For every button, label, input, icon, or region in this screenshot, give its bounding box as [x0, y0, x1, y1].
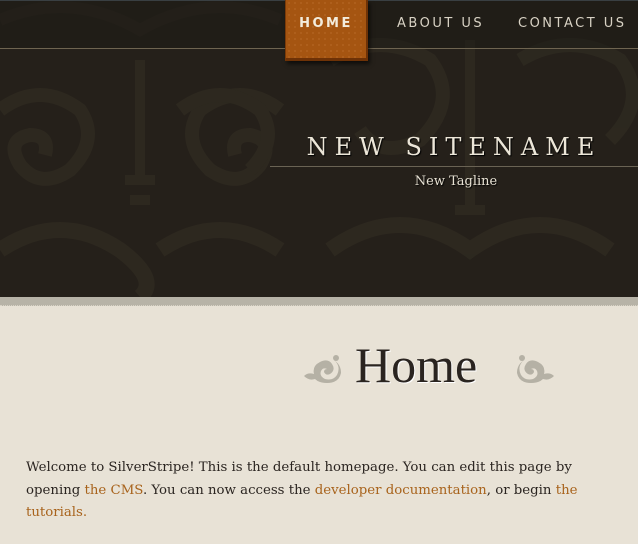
- header-bottom-band: [0, 297, 638, 306]
- cms-link[interactable]: the CMS: [85, 483, 143, 498]
- site-name[interactable]: NEW SITENAME: [270, 133, 638, 161]
- site-tagline: New Tagline: [414, 174, 498, 189]
- nav-item-home[interactable]: HOME: [285, 0, 368, 61]
- content-text: , or begin: [486, 482, 556, 498]
- title-divider: [270, 166, 638, 167]
- content-text: . You can now access the: [142, 482, 315, 498]
- nav-item-about-us[interactable]: ABOUT US: [397, 0, 484, 48]
- page-content: Welcome to SilverStripe! This is the def…: [26, 457, 616, 525]
- site-header: HOME ABOUT US CONTACT US NEW SITENAME Ne…: [0, 0, 638, 297]
- page-title: Home: [355, 337, 478, 393]
- developer-documentation-link[interactable]: developer documentation: [315, 483, 487, 498]
- nav-item-contact-us[interactable]: CONTACT US: [518, 0, 627, 48]
- flourish-left-icon: [304, 355, 341, 383]
- flourish-right-icon: [517, 355, 554, 383]
